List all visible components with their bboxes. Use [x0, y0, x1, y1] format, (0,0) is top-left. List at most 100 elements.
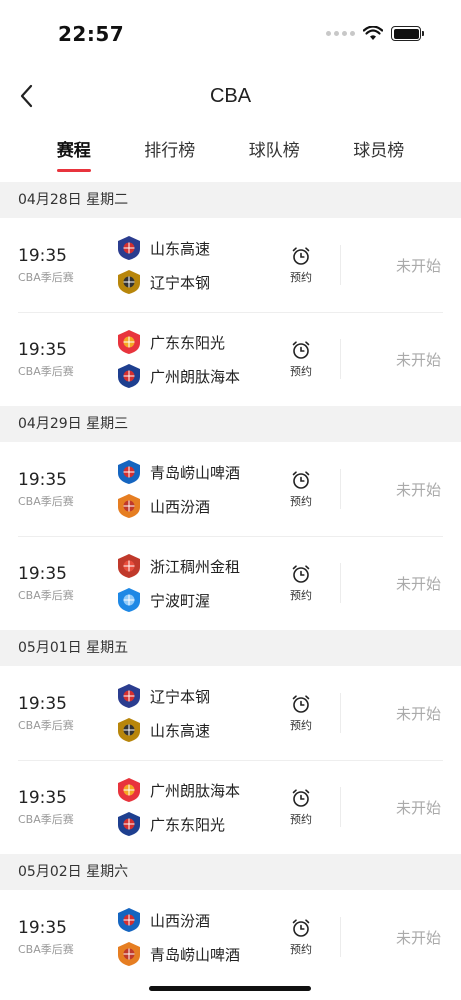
home-team[interactable]: 广东东阳光 [116, 329, 276, 355]
match-league: CBA季后赛 [18, 719, 74, 732]
away-team-name: 辽宁本钢 [150, 273, 211, 292]
away-team-name: 宁波町渥 [150, 591, 211, 610]
match-row[interactable]: 19:35 CBA季后赛 广东东阳光 广州朗肽海本 预约 未开始 [0, 312, 461, 406]
match-row[interactable]: 19:35 CBA季后赛 辽宁本钢 山东高速 预约 未开始 [0, 666, 461, 760]
match-status: 未开始 [395, 704, 441, 723]
reserve-button[interactable]: 预约 [276, 788, 326, 827]
date-header: 04月29日 星期三 [0, 406, 461, 442]
home-team-name: 广州朗肽海本 [150, 781, 241, 800]
home-team-name: 辽宁本钢 [150, 687, 211, 706]
home-team[interactable]: 山西汾酒 [116, 907, 276, 933]
match-league: CBA季后赛 [18, 271, 74, 284]
home-team[interactable]: 浙江稠州金租 [116, 553, 276, 579]
home-team-name: 浙江稠州金租 [150, 557, 241, 576]
match-time-block: 19:35 CBA季后赛 [0, 563, 100, 603]
nav-bar: CBA [0, 68, 461, 124]
team-logo-icon [116, 941, 142, 967]
tab-player-rankings[interactable]: 球员榜 [353, 124, 404, 182]
tab-bar: 赛程 排行榜 球队榜 球员榜 [0, 124, 461, 182]
team-logo-icon [116, 907, 142, 933]
reserve-label: 预约 [290, 588, 312, 602]
match-status: 未开始 [395, 574, 441, 593]
match-status: 未开始 [395, 798, 441, 817]
match-time: 19:35 [18, 246, 67, 266]
match-time-block: 19:35 CBA季后赛 [0, 245, 100, 285]
team-logo-icon [116, 459, 142, 485]
match-row[interactable]: 19:35 CBA季后赛 浙江稠州金租 宁波町渥 预约 未开始 [0, 536, 461, 630]
team-logo-icon [116, 553, 142, 579]
away-team[interactable]: 青岛崂山啤酒 [116, 941, 276, 967]
match-teams: 浙江稠州金租 宁波町渥 [100, 553, 276, 612]
away-team-name: 青岛崂山啤酒 [150, 945, 241, 964]
back-button[interactable] [8, 78, 44, 114]
home-team[interactable]: 辽宁本钢 [116, 683, 276, 709]
home-team-name: 山东高速 [150, 239, 211, 258]
match-status: 未开始 [395, 350, 441, 369]
match-row[interactable]: 19:35 CBA季后赛 青岛崂山啤酒 山西汾酒 预约 未开始 [0, 442, 461, 536]
reserve-button[interactable]: 预约 [276, 564, 326, 603]
away-team[interactable]: 辽宁本钢 [116, 269, 276, 295]
match-league: CBA季后赛 [18, 495, 74, 508]
tab-team-rankings[interactable]: 球队榜 [249, 124, 300, 182]
match-status: 未开始 [395, 256, 441, 275]
home-team-name: 山西汾酒 [150, 911, 211, 930]
match-teams: 山东高速 辽宁本钢 [100, 235, 276, 295]
home-team[interactable]: 山东高速 [116, 235, 276, 261]
match-teams: 广州朗肽海本 广东东阳光 [100, 777, 276, 836]
match-status: 未开始 [395, 480, 441, 499]
away-team-name: 山西汾酒 [150, 497, 211, 516]
match-time: 19:35 [18, 918, 67, 938]
battery-icon [391, 26, 424, 41]
match-league: CBA季后赛 [18, 365, 74, 378]
wifi-icon [363, 26, 383, 40]
match-time-block: 19:35 CBA季后赛 [0, 787, 100, 827]
home-team-name: 广东东阳光 [150, 333, 226, 352]
team-logo-icon [116, 269, 142, 295]
alarm-clock-icon [292, 918, 310, 937]
alarm-clock-icon [292, 564, 310, 583]
team-logo-icon [116, 683, 142, 709]
alarm-clock-icon [292, 246, 310, 265]
away-team-name: 广东东阳光 [150, 815, 226, 834]
match-time-block: 19:35 CBA季后赛 [0, 693, 100, 733]
page-title: CBA [209, 84, 252, 107]
alarm-clock-icon [292, 340, 310, 359]
reserve-label: 预约 [290, 494, 312, 508]
away-team[interactable]: 宁波町渥 [116, 588, 276, 612]
team-logo-icon [116, 777, 142, 803]
match-row[interactable]: 19:35 CBA季后赛 山西汾酒 青岛崂山啤酒 预约 未开始 [0, 890, 461, 984]
reserve-button[interactable]: 预约 [276, 246, 326, 285]
team-logo-icon [116, 329, 142, 355]
away-team[interactable]: 山东高速 [116, 717, 276, 743]
home-team[interactable]: 广州朗肽海本 [116, 777, 276, 803]
tab-schedule[interactable]: 赛程 [56, 124, 91, 182]
date-header: 05月02日 星期六 [0, 854, 461, 890]
team-logo-icon [116, 235, 142, 261]
away-team[interactable]: 山西汾酒 [116, 494, 276, 518]
match-time: 19:35 [18, 694, 67, 714]
reserve-label: 预约 [290, 718, 312, 732]
reserve-button[interactable]: 预约 [276, 470, 326, 509]
team-logo-icon [116, 363, 142, 389]
reserve-label: 预约 [290, 364, 312, 378]
alarm-clock-icon [292, 694, 310, 713]
match-time-block: 19:35 CBA季后赛 [0, 469, 100, 509]
home-indicator [149, 986, 311, 991]
match-row[interactable]: 19:35 CBA季后赛 广州朗肽海本 广东东阳光 预约 未开始 [0, 760, 461, 854]
schedule-list: 04月28日 星期二 19:35 CBA季后赛 山东高速 辽宁本钢 预约 未开始… [0, 182, 461, 984]
away-team[interactable]: 广东东阳光 [116, 812, 276, 836]
reserve-button[interactable]: 预约 [276, 340, 326, 379]
tab-standings[interactable]: 排行榜 [144, 124, 195, 182]
match-teams: 山西汾酒 青岛崂山啤酒 [100, 907, 276, 967]
home-team[interactable]: 青岛崂山啤酒 [116, 459, 276, 485]
chevron-left-icon [20, 84, 33, 108]
match-row[interactable]: 19:35 CBA季后赛 山东高速 辽宁本钢 预约 未开始 [0, 218, 461, 312]
alarm-clock-icon [292, 788, 310, 807]
date-header: 05月01日 星期五 [0, 630, 461, 666]
match-league: CBA季后赛 [18, 943, 74, 956]
away-team[interactable]: 广州朗肽海本 [116, 363, 276, 389]
away-team-name: 山东高速 [150, 721, 211, 740]
reserve-button[interactable]: 预约 [276, 694, 326, 733]
reserve-button[interactable]: 预约 [276, 918, 326, 957]
team-logo-icon [116, 717, 142, 743]
